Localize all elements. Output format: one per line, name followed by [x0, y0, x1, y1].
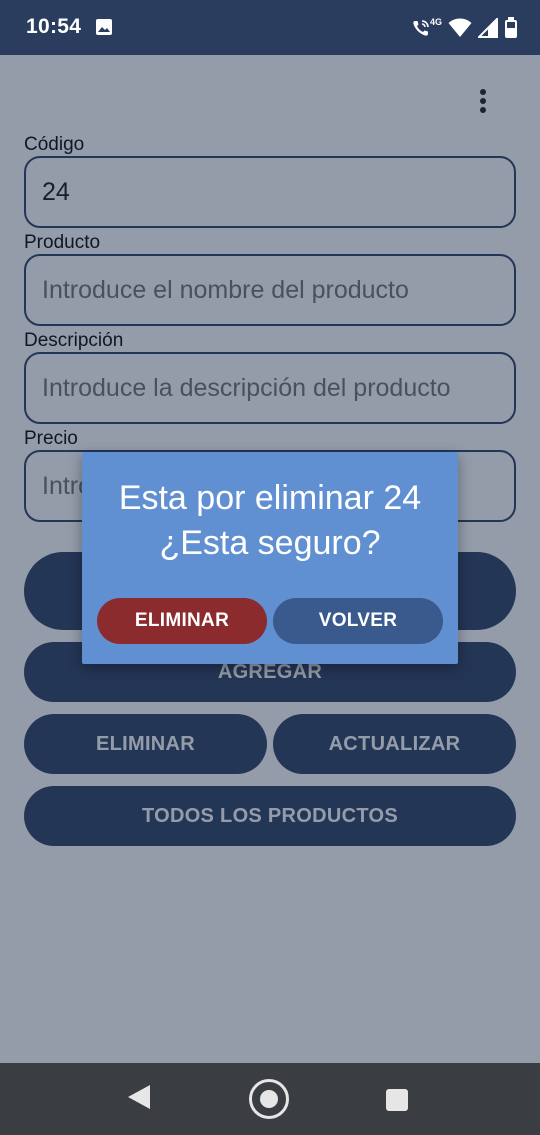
home-icon[interactable]: [249, 1079, 289, 1119]
dialog-message: Esta por eliminar 24 ¿Esta seguro?: [82, 476, 458, 566]
cancel-button[interactable]: VOLVER: [273, 598, 443, 644]
recent-apps-icon[interactable]: [386, 1089, 408, 1111]
status-bar: 10:54 4G: [0, 0, 540, 55]
status-icons: 4G: [411, 16, 518, 40]
signal-icon: [478, 18, 498, 38]
clock: 10:54: [26, 15, 82, 38]
wifi-icon: [448, 18, 472, 37]
wifi-call-icon: [413, 20, 429, 36]
delete-confirmation-dialog: Esta por eliminar 24 ¿Esta seguro? ELIMI…: [82, 452, 458, 664]
image-icon: [96, 19, 112, 35]
dialog-message-line1: Esta por eliminar 24: [118, 479, 422, 517]
back-icon[interactable]: [128, 1085, 150, 1109]
confirm-delete-button[interactable]: ELIMINAR: [97, 598, 267, 644]
dialog-message-line2: ¿Esta seguro?: [159, 524, 381, 562]
battery-icon: [505, 17, 517, 38]
system-navigation-bar: [0, 1063, 540, 1135]
network-type: 4G: [429, 17, 442, 27]
